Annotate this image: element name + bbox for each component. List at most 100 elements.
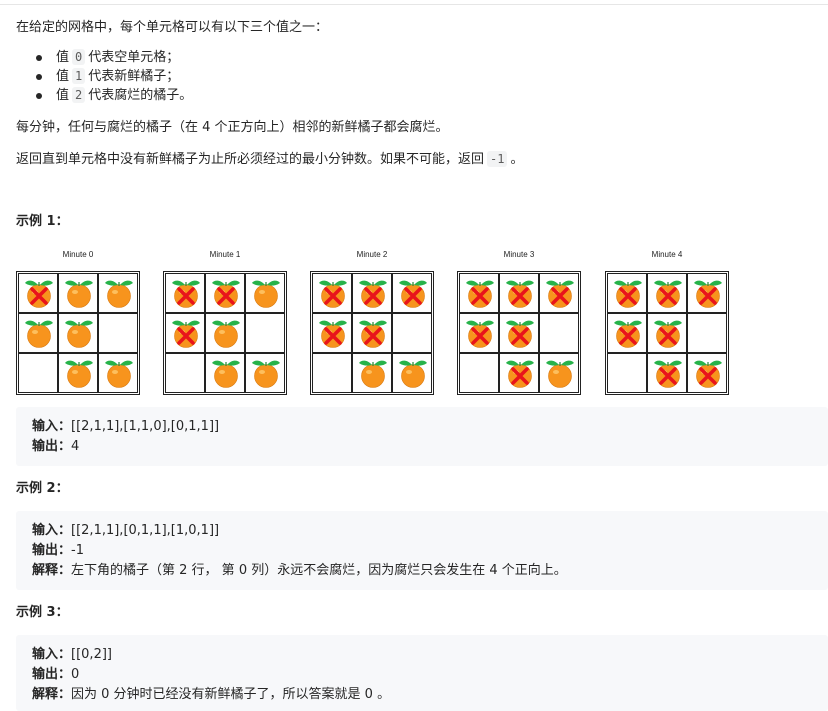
rotten-orange-icon — [466, 320, 494, 348]
grid-cell — [539, 273, 579, 313]
fresh-orange-icon — [65, 280, 93, 308]
figure-title: Minute 1 — [209, 250, 241, 259]
rotten-orange-icon — [399, 280, 427, 308]
inline-code: 0 — [72, 49, 86, 65]
fresh-orange-icon — [212, 360, 240, 388]
explain-label: 解释： — [32, 563, 72, 578]
list-item: 值 0 代表空单元格； — [35, 48, 192, 67]
input-label: 输入： — [32, 647, 72, 662]
grid-cell — [647, 353, 687, 393]
grid-cell — [539, 313, 579, 353]
fresh-orange-icon — [546, 360, 574, 388]
rotten-orange-icon — [212, 280, 240, 308]
orange-grid — [310, 271, 434, 395]
rotten-orange-icon — [359, 280, 387, 308]
explain-value: 因为 0 分钟时已经没有新鲜橘子了，所以答案就是 0 。 — [71, 687, 391, 702]
explain-label: 解释： — [32, 687, 72, 702]
explain-row: 解释：因为 0 分钟时已经没有新鲜橘子了，所以答案就是 0 。 — [32, 685, 812, 705]
fresh-orange-icon — [252, 280, 280, 308]
minute-figure: Minute 0 — [16, 248, 140, 395]
grid-cell — [98, 353, 138, 393]
output-row: 输出：-1 — [32, 541, 812, 561]
explain-value: 左下角的橘子（第 2 行， 第 0 列）永远不会腐烂，因为腐烂只会发生在 4 个… — [71, 563, 567, 578]
rotten-orange-icon — [694, 360, 722, 388]
orange-grid — [16, 271, 140, 395]
figure-title: Minute 0 — [62, 250, 94, 259]
rotten-orange-icon — [694, 280, 722, 308]
grid-cell — [98, 273, 138, 313]
rotten-orange-icon — [25, 280, 53, 308]
example-2-heading: 示例 2： — [16, 481, 69, 496]
grid-cell — [392, 273, 432, 313]
grid-cell — [499, 273, 539, 313]
output-label: 输出： — [32, 667, 72, 682]
fresh-orange-icon — [105, 360, 133, 388]
grid-cell — [647, 273, 687, 313]
list-item-prefix: 值 — [56, 69, 70, 84]
grid-cell — [18, 273, 58, 313]
rotten-orange-icon — [506, 280, 534, 308]
grid-cell — [687, 313, 727, 353]
example-3-heading: 示例 3： — [16, 605, 69, 620]
rotten-orange-icon — [506, 320, 534, 348]
minute-figure: Minute 3 — [457, 248, 581, 395]
rotten-orange-icon — [319, 320, 347, 348]
grid-cell — [58, 273, 98, 313]
grid-cell — [499, 313, 539, 353]
return-text-main: 返回直到单元格中没有新鲜橘子为止所必须经过的最小分钟数。如果不可能，返回 — [16, 152, 485, 167]
orange-grid — [457, 271, 581, 395]
minute-figure: Minute 4 — [605, 248, 729, 395]
orange-grid — [163, 271, 287, 395]
grid-cell — [607, 273, 647, 313]
rotten-orange-icon — [319, 280, 347, 308]
grid-cell — [98, 313, 138, 353]
rotten-orange-icon — [654, 280, 682, 308]
grid-cell — [165, 273, 205, 313]
output-row: 输出：0 — [32, 665, 812, 685]
figure-title: Minute 4 — [651, 250, 683, 259]
input-row: 输入：[[2,1,1],[1,1,0],[0,1,1]] — [32, 417, 812, 437]
grid-cell — [687, 353, 727, 393]
list-item-text: 代表新鲜橘子； — [88, 69, 180, 84]
top-divider — [0, 4, 828, 5]
fresh-orange-icon — [25, 320, 53, 348]
fresh-orange-icon — [359, 360, 387, 388]
figure-title: Minute 2 — [356, 250, 388, 259]
grid-cell — [607, 353, 647, 393]
example-2-block: 输入：[[2,1,1],[0,1,1],[1,0,1]] 输出：-1 解释：左下… — [16, 511, 828, 590]
grid-cell — [245, 313, 285, 353]
grid-cell — [165, 313, 205, 353]
output-value: 4 — [71, 439, 80, 454]
grid-cell — [352, 313, 392, 353]
output-row: 输出：4 — [32, 437, 812, 457]
rotten-orange-icon — [654, 360, 682, 388]
input-value: [[2,1,1],[1,1,0],[0,1,1]] — [71, 419, 220, 434]
return-text-end: 。 — [510, 152, 524, 167]
grid-cell — [18, 313, 58, 353]
output-value: -1 — [71, 543, 84, 558]
list-item-text: 代表空单元格； — [88, 50, 180, 65]
output-value: 0 — [71, 667, 80, 682]
rotten-orange-icon — [614, 280, 642, 308]
list-item-prefix: 值 — [56, 50, 70, 65]
inline-code: -1 — [487, 151, 508, 167]
input-row: 输入：[[0,2]] — [32, 645, 812, 665]
grid-cell — [58, 353, 98, 393]
fresh-orange-icon — [252, 360, 280, 388]
grid-cell — [499, 353, 539, 393]
grid-cell — [205, 353, 245, 393]
minute-figure: Minute 1 — [163, 248, 287, 395]
rotten-orange-icon — [614, 320, 642, 348]
grid-cell — [607, 313, 647, 353]
grid-cell — [459, 273, 499, 313]
list-item: 值 2 代表腐烂的橘子。 — [35, 86, 192, 105]
grid-cell — [245, 273, 285, 313]
grid-cell — [165, 353, 205, 393]
input-label: 输入： — [32, 419, 72, 434]
rotten-orange-icon — [466, 280, 494, 308]
value-list: 值 0 代表空单元格； 值 1 代表新鲜橘子； 值 2 代表腐烂的橘子。 — [16, 48, 192, 105]
grid-cell — [352, 273, 392, 313]
grid-cell — [647, 313, 687, 353]
grid-cell — [459, 313, 499, 353]
rotten-orange-icon — [359, 320, 387, 348]
